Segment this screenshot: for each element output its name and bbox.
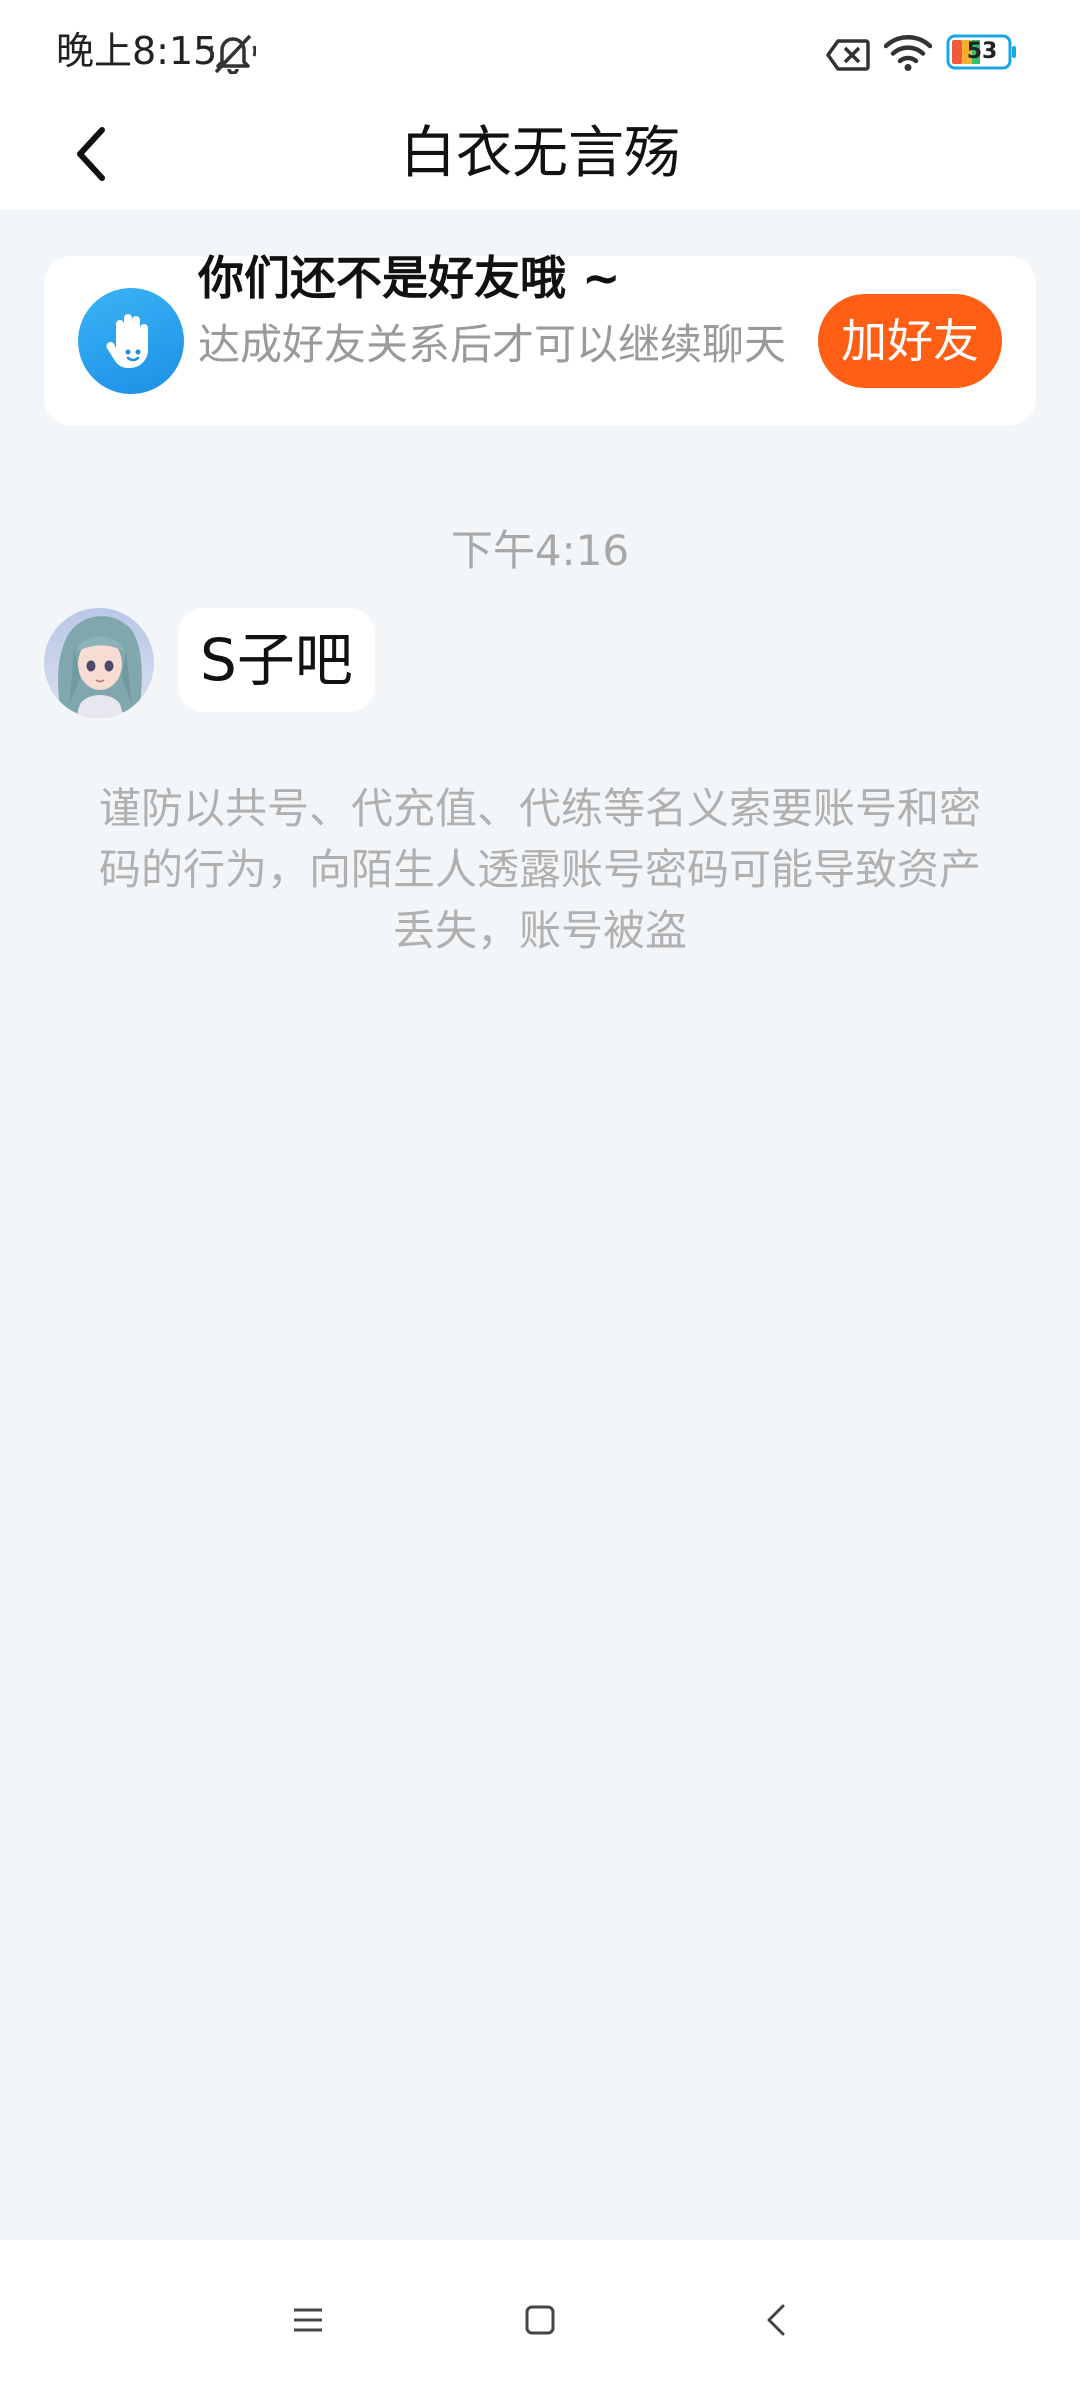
avatar[interactable]: [44, 608, 154, 718]
home-icon: [525, 2305, 555, 2335]
sim-blocked-icon: [826, 39, 870, 71]
notice-title: 你们还不是好友哦 ~: [198, 251, 621, 305]
anime-avatar-image: [44, 608, 154, 718]
wifi-icon: [884, 35, 932, 71]
system-nav-bar: [0, 2240, 1080, 2400]
chat-timestamp: 下午4:16: [450, 526, 630, 575]
status-bar: 晚上8:15 53: [0, 0, 1080, 96]
page-title: 白衣无言殇: [400, 121, 680, 186]
home-button[interactable]: [500, 2280, 580, 2360]
safety-notice: 谨防以共号、代充值、代练等名义索要账号和密码的行为，向陌生人透露账号密码可能导致…: [98, 784, 981, 955]
message-bubble[interactable]: S子吧: [178, 608, 375, 712]
battery-level: 53: [966, 39, 998, 64]
nav-back-button[interactable]: [736, 2280, 816, 2360]
chat-screen: 晚上8:15 53 白衣无言殇 你们还不是好友哦 ~ 达成好友关系后才可以继续聊…: [0, 0, 1080, 2400]
notice-description: 达成好友关系后才可以继续聊天: [198, 320, 787, 369]
back-icon: [767, 2304, 785, 2336]
app-header: 白衣无言殇: [0, 96, 1080, 210]
add-friend-button[interactable]: 加好友: [818, 294, 1002, 388]
friend-notice-card: 你们还不是好友哦 ~ 达成好友关系后才可以继续聊天 加好友: [44, 251, 1036, 426]
status-time: 晚上8:15: [56, 29, 218, 73]
menu-button[interactable]: [268, 2280, 348, 2360]
menu-icon: [294, 2308, 322, 2332]
waving-hand-icon: [78, 288, 184, 394]
mute-icon: [210, 34, 256, 74]
